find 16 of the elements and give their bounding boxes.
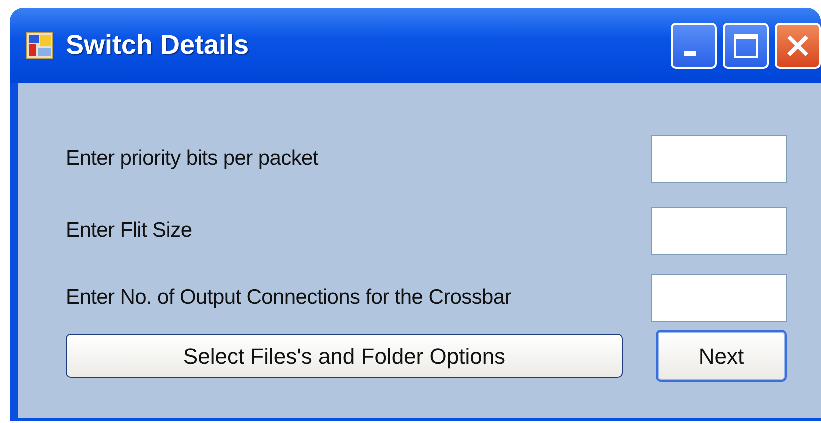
close-icon: [785, 32, 811, 58]
input-field[interactable]: [651, 207, 787, 255]
options-button[interactable]: Select Files's and Folder Options: [66, 334, 623, 378]
field-label: Enter priority bits per packet: [66, 146, 318, 172]
maximize-icon: [733, 32, 759, 58]
input-field[interactable]: [651, 135, 787, 183]
maximize-button[interactable]: [723, 22, 769, 68]
input-field[interactable]: [651, 274, 787, 322]
minimize-button[interactable]: [671, 22, 717, 68]
app-icon: [26, 32, 54, 60]
next-button[interactable]: Next: [656, 330, 787, 382]
field-label: Enter Flit Size: [66, 218, 192, 244]
minimize-icon: [684, 51, 696, 56]
close-button[interactable]: [775, 22, 821, 68]
field-label: Enter No. of Output Connections for the Crossbar: [66, 285, 512, 312]
window-title: Switch Details: [66, 29, 250, 62]
